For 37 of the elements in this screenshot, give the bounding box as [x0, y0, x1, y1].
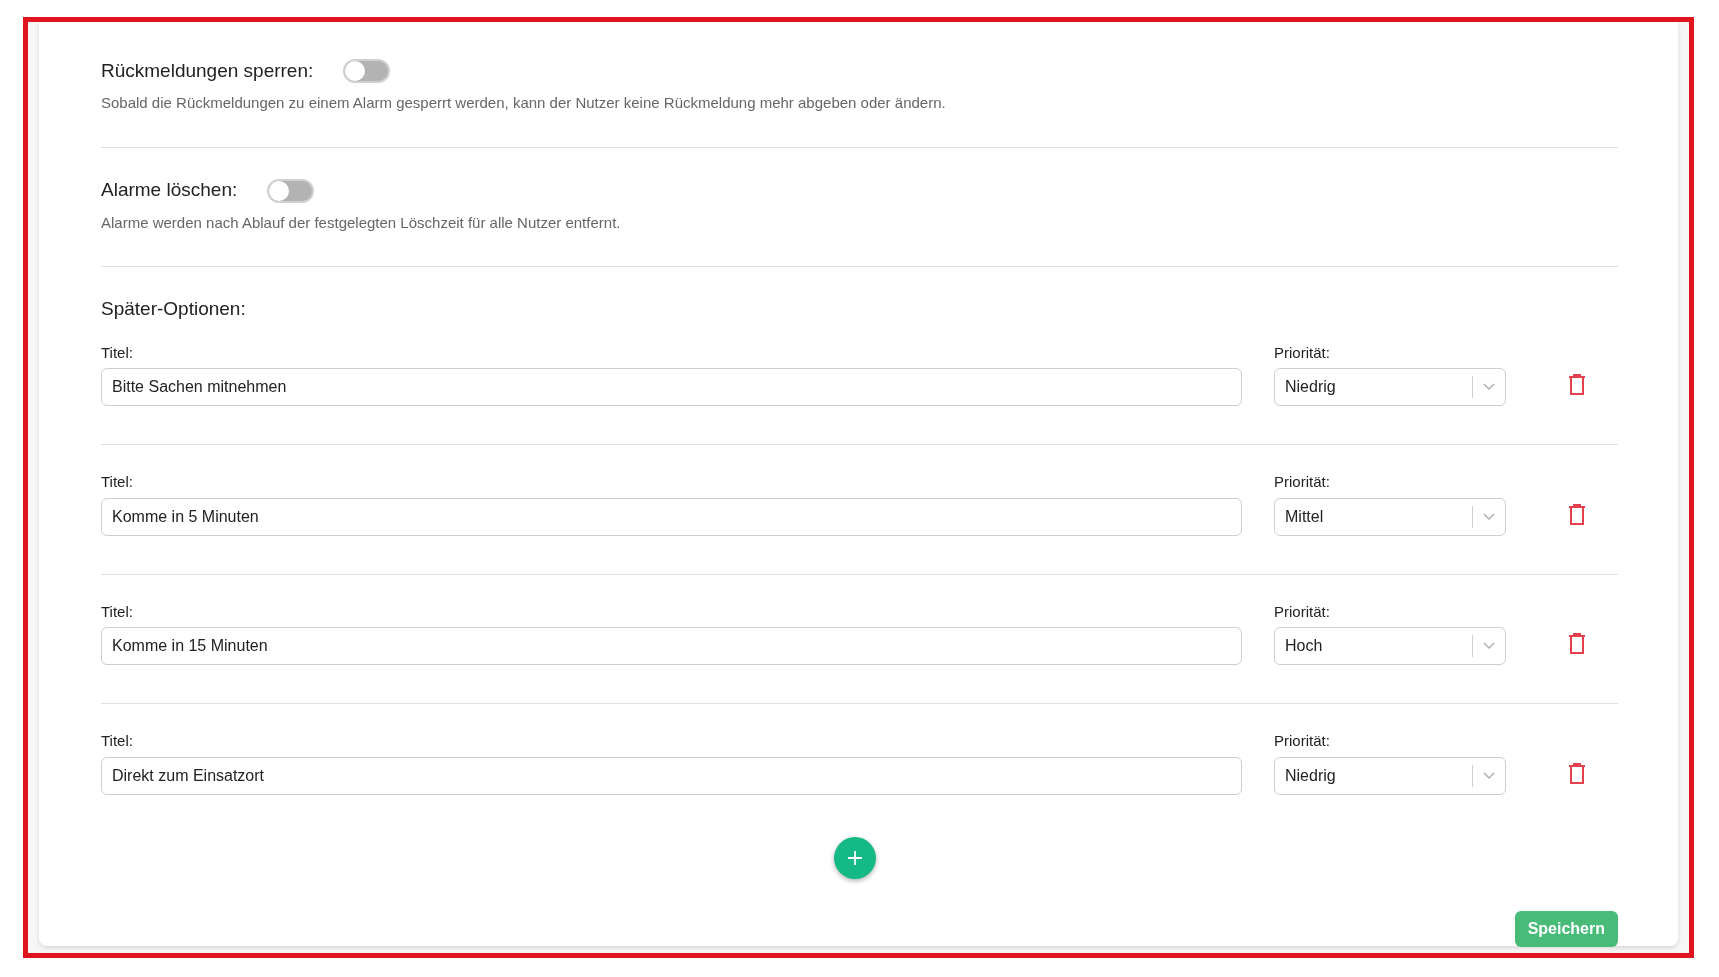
trash-icon — [1568, 374, 1586, 396]
chevron-down-icon — [1483, 642, 1495, 650]
delete-button[interactable] — [1566, 372, 1588, 398]
section-heading: Später-Optionen: — [101, 297, 247, 321]
priority-select[interactable]: Niedrig — [1274, 368, 1506, 406]
priority-select[interactable]: Hoch — [1274, 627, 1506, 665]
field-label: Titel: — [101, 601, 134, 622]
chevron-down-icon — [1483, 512, 1495, 521]
field-label: Titel: — [101, 342, 134, 363]
chevron-down-icon — [1483, 383, 1495, 391]
setting-title: Alarme löschen: — [101, 178, 238, 203]
title-input[interactable]: Direkt zum Einsatzort — [101, 756, 1242, 795]
trash-icon — [1568, 762, 1586, 785]
toggle-switch[interactable] — [267, 178, 315, 203]
priority-select[interactable]: Niedrig — [1274, 756, 1506, 795]
delete-button[interactable] — [1566, 631, 1588, 657]
title-input[interactable]: Bitte Sachen mitnehmen — [101, 368, 1242, 406]
priority-select[interactable]: Mittel — [1274, 497, 1506, 536]
trash-icon — [1568, 633, 1586, 655]
title-input[interactable]: Komme in 15 Minuten — [101, 627, 1242, 665]
field-label: Priorität: — [1274, 601, 1331, 622]
setting-title: Rückmeldungen sperren: — [101, 58, 314, 83]
field-label: Titel: — [101, 472, 134, 492]
delete-button[interactable] — [1566, 760, 1588, 787]
field-label: Priorität: — [1274, 472, 1331, 492]
title-input[interactable]: Komme in 5 Minuten — [101, 497, 1242, 536]
setting-description: Alarme werden nach Ablauf der festgelegten Löschzeit für alle Nutzer entfernt. — [101, 212, 622, 233]
field-label: Titel: — [101, 731, 134, 751]
field-label: Priorität: — [1274, 731, 1331, 751]
toggle-switch[interactable] — [343, 59, 391, 83]
plus-icon — [846, 849, 863, 866]
chevron-down-icon — [1483, 771, 1495, 780]
setting-description: Sobald die Rückmeldungen zu einem Alarm gesperrt werden, kann der Nutzer keine Rückmeldung mehr abgeben oder ändern. — [101, 93, 947, 113]
field-label: Priorität: — [1274, 342, 1331, 363]
trash-icon — [1568, 503, 1586, 526]
delete-button[interactable] — [1566, 501, 1588, 528]
add-button[interactable] — [833, 836, 876, 879]
